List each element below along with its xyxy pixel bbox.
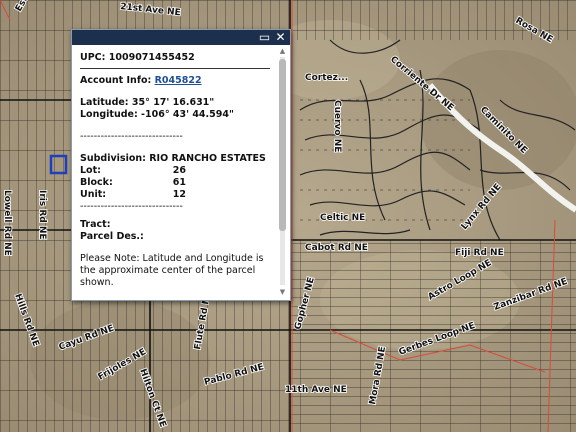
- maximize-icon[interactable]: ▭: [258, 31, 271, 44]
- scroll-thumb[interactable]: [279, 59, 286, 231]
- road-label: 11th Ave NE: [285, 385, 347, 395]
- unit-row: Unit: 12: [80, 189, 278, 201]
- separator-text: ------------------------------: [80, 131, 183, 142]
- road-label: Fiji Rd NE: [455, 248, 504, 258]
- account-label: Account Info:: [80, 75, 155, 86]
- block-label: Block:: [80, 177, 113, 188]
- account-link[interactable]: R045822: [155, 75, 202, 86]
- subdivision-text: Subdivision: RIO RANCHO ESTATES: [80, 153, 266, 164]
- road-label: Cabot Rd NE: [305, 243, 368, 253]
- unit-label: Unit:: [80, 189, 107, 200]
- upc-text: UPC: 1009071455452: [80, 52, 195, 63]
- latitude-text: Latitude: 35° 17' 16.631": [80, 97, 215, 108]
- scroll-down-icon[interactable]: ▼: [277, 288, 288, 297]
- block-row: Block: 61: [80, 177, 278, 189]
- parcel-info-popup: ▭ ✕ UPC: 1009071455452 Account Info: R04…: [71, 29, 291, 301]
- scroll-up-icon[interactable]: ▲: [277, 47, 288, 56]
- longitude-text: Longitude: -106° 43' 44.594": [80, 109, 234, 120]
- road-label: Celtic NE: [320, 213, 365, 223]
- note-text: Please Note: Latitude and Longitude is t…: [80, 253, 264, 288]
- road-label: Cuervo NE: [332, 100, 342, 152]
- tract-text: Tract:: [80, 219, 111, 230]
- popup-titlebar[interactable]: ▭ ✕: [72, 30, 290, 45]
- popup-scrollbar[interactable]: ▲ ▼: [277, 47, 288, 297]
- account-info: Account Info: R045822: [80, 75, 278, 87]
- separator-text: ------------------------------: [80, 201, 183, 212]
- parcel-des-text: Parcel Des.:: [80, 231, 144, 242]
- lot-row: Lot: 26: [80, 165, 278, 177]
- lot-label: Lot:: [80, 165, 101, 176]
- road-label: Iris Rd NE: [37, 190, 47, 240]
- close-icon[interactable]: ✕: [274, 31, 287, 44]
- popup-content: UPC: 1009071455452 Account Info: R045822…: [80, 52, 278, 296]
- divider: [80, 68, 270, 69]
- road-label: Cortez...: [305, 73, 348, 83]
- road-label: Lowell Rd NE: [2, 190, 12, 256]
- block-value: 61: [172, 177, 186, 188]
- lot-value: 26: [172, 165, 186, 176]
- unit-value: 12: [172, 189, 186, 200]
